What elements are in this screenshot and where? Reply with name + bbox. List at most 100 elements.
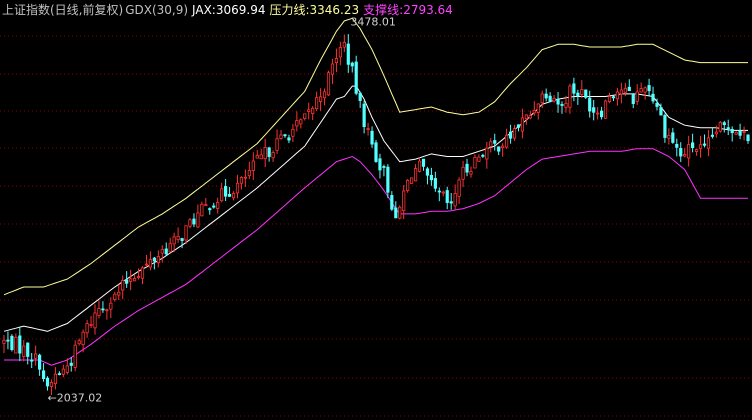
candle-body-53	[212, 205, 216, 208]
candle-body-55	[220, 188, 224, 202]
candle-body-4	[18, 335, 22, 354]
candle-body-131	[520, 117, 525, 132]
candle-body-54	[216, 201, 220, 209]
candle-body-108	[429, 174, 434, 181]
candle-body-7	[30, 359, 34, 362]
candle-body-146	[580, 89, 584, 95]
candle-body-154	[611, 96, 616, 99]
candle-body-129	[512, 128, 517, 139]
candle-body-14	[57, 373, 61, 376]
candle-body-11	[45, 377, 50, 387]
candle-body-182	[722, 122, 726, 126]
candle-body-134	[532, 109, 536, 114]
candle-body-38	[152, 257, 156, 262]
candle-body-24	[97, 308, 101, 316]
candle-body-23	[93, 312, 97, 329]
candle-body-75	[299, 119, 303, 125]
candle-body-104	[413, 168, 418, 182]
candle-body-171	[679, 148, 683, 157]
candle-body-119	[473, 157, 477, 169]
candle-body-48	[192, 218, 196, 225]
candle-body-47	[188, 219, 192, 227]
candle-185	[734, 131, 738, 136]
indicator-legend: 上证指数(日线,前复权) GDX(30,9) JAX:3069.94 压力线:3346…	[2, 3, 457, 17]
candle-body-155	[615, 91, 620, 100]
candle-body-160	[635, 91, 639, 102]
candle-body-67	[267, 147, 271, 157]
candle-body-2	[10, 335, 14, 350]
candle-body-27	[109, 302, 113, 310]
candle-body-66	[263, 146, 267, 160]
candle-body-142	[564, 102, 568, 108]
candle-body-60	[239, 177, 244, 184]
candle-body-58	[231, 192, 236, 199]
candle-body-161	[639, 88, 643, 93]
legend-jax: JAX:3069.94	[192, 3, 265, 17]
candle-body-21	[85, 323, 89, 334]
candle-body-9	[37, 354, 42, 370]
candle-body-50	[200, 203, 204, 217]
legend-support: 支撑线:2793.64	[363, 3, 453, 17]
candle-body-127	[505, 134, 509, 148]
kline-chart[interactable]: 3478.01 ←2037.02	[0, 0, 752, 420]
candle-body-17	[69, 362, 73, 366]
candle-body-163	[647, 85, 651, 92]
candle-body-188	[746, 134, 750, 142]
candle-body-122	[485, 147, 489, 160]
candle-body-16	[65, 365, 69, 373]
candle-body-109	[433, 178, 437, 189]
candle-body-112	[445, 190, 449, 203]
candle-body-28	[113, 293, 117, 300]
candle-82	[326, 70, 331, 96]
candle-body-82	[326, 72, 331, 96]
candle-body-125	[497, 146, 501, 152]
candle-body-19	[77, 340, 81, 345]
candle-body-141	[560, 104, 564, 106]
candle-body-145	[576, 92, 580, 97]
candle-body-61	[243, 176, 247, 179]
candle-body-72	[287, 137, 291, 141]
legend-resistance-value: 3346.23	[309, 3, 360, 17]
candle-body-99	[394, 207, 398, 219]
candle-body-180	[714, 131, 718, 135]
candle-body-35	[140, 267, 145, 279]
candle-body-178	[706, 137, 711, 149]
candle-body-25	[101, 308, 105, 311]
legend-resistance: 压力线:3346.23	[269, 3, 359, 17]
candle-body-123	[489, 141, 493, 147]
candle-body-110	[437, 190, 441, 193]
candle-body-20	[81, 331, 85, 346]
candle-body-101	[402, 190, 406, 212]
candle-body-103	[410, 177, 414, 184]
candle-body-49	[196, 212, 200, 228]
candle-body-111	[441, 191, 445, 194]
candle-body-92	[366, 128, 370, 130]
candle-body-121	[481, 154, 485, 157]
candle-body-52	[208, 208, 212, 211]
candle-body-89	[354, 61, 358, 94]
candle-body-31	[125, 279, 129, 284]
candle-body-59	[235, 182, 240, 194]
candle-body-71	[283, 134, 287, 137]
candle-body-135	[536, 103, 540, 113]
candle-body-6	[26, 342, 30, 357]
candle-body-175	[694, 149, 699, 152]
candle-body-43	[172, 236, 176, 245]
candle-body-26	[105, 309, 109, 312]
candle-body-76	[303, 113, 307, 120]
candle-body-64	[255, 155, 259, 159]
candle-body-168	[667, 134, 671, 139]
candle-body-177	[702, 143, 707, 146]
candle-body-13	[53, 373, 58, 384]
candle-body-165	[655, 102, 659, 107]
candle-body-130	[516, 124, 521, 128]
candle-body-39	[156, 256, 160, 264]
candle-body-15	[61, 368, 65, 375]
candle-body-79	[315, 97, 319, 110]
candle-body-173	[687, 144, 691, 159]
candle-body-172	[683, 154, 687, 157]
candle-body-69	[275, 138, 279, 151]
candle-body-97	[386, 166, 390, 193]
candle-body-36	[144, 263, 149, 266]
candle-body-3	[14, 336, 18, 354]
